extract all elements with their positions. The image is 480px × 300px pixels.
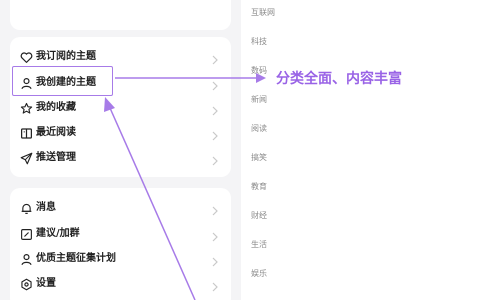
chevron-right-icon: [209, 228, 221, 242]
annotation-callout-text: 分类全面、内容丰富: [276, 71, 402, 87]
general-settings-card: 消息 建议/加群 优质主题征集计划 设置: [10, 188, 231, 300]
menu-item-push-settings[interactable]: 推送管理: [10, 146, 231, 170]
menu-item-favorites[interactable]: 我的收藏: [10, 96, 231, 120]
chevron-right-icon: [209, 127, 221, 141]
star-icon: [19, 101, 33, 115]
heart-icon: [19, 50, 33, 64]
category-item[interactable]: 科技: [251, 37, 267, 47]
category-item[interactable]: 生活: [251, 240, 267, 250]
category-item[interactable]: 数码: [251, 66, 267, 76]
menu-label: 我订阅的主题: [36, 51, 96, 62]
menu-label: 设置: [36, 278, 56, 289]
category-item[interactable]: 财经: [251, 211, 267, 221]
book-icon: [19, 126, 33, 140]
chevron-right-icon: [209, 253, 221, 267]
menu-item-recent-reading[interactable]: 最近阅读: [10, 121, 231, 145]
gear-icon: [19, 277, 33, 291]
send-icon: [19, 151, 33, 165]
category-item[interactable]: 娱乐: [251, 269, 267, 279]
category-list-panel: 互联网 科技 数码 新闻 阅读 搞笑 教育 财经 生活 娱乐: [241, 0, 480, 300]
category-item[interactable]: 阅读: [251, 124, 267, 134]
edit-icon: [19, 227, 33, 241]
chevron-right-icon: [209, 152, 221, 166]
menu-item-messages[interactable]: 消息: [10, 196, 231, 220]
menu-label: 最近阅读: [36, 127, 76, 138]
bell-icon: [19, 201, 33, 215]
annotation-highlight-box: [12, 66, 113, 96]
menu-item-feedback-group[interactable]: 建议/加群: [10, 222, 231, 246]
chevron-right-icon: [209, 102, 221, 116]
chevron-right-icon: [209, 77, 221, 91]
menu-item-settings[interactable]: 设置: [10, 272, 231, 296]
menu-label: 我的收藏: [36, 102, 76, 113]
user-icon: [19, 252, 33, 266]
left-panel: 我订阅的主题 我创建的主题 我的收藏 最近阅读 推送管理 消息 建议/加群 优质…: [0, 0, 240, 300]
menu-label: 推送管理: [36, 152, 76, 163]
category-item[interactable]: 新闻: [251, 95, 267, 105]
my-topics-card: 我订阅的主题 我创建的主题 我的收藏 最近阅读 推送管理: [10, 37, 231, 177]
chevron-right-icon: [209, 278, 221, 292]
category-item[interactable]: 教育: [251, 182, 267, 192]
top-card: [10, 0, 231, 30]
menu-label: 建议/加群: [36, 228, 80, 239]
menu-label: 优质主题征集计划: [36, 253, 116, 264]
menu-label: 消息: [36, 202, 56, 213]
chevron-right-icon: [209, 202, 221, 216]
category-item[interactable]: 搞笑: [251, 153, 267, 163]
chevron-right-icon: [209, 51, 221, 65]
category-item[interactable]: 互联网: [251, 8, 275, 18]
menu-item-quality-topic-program[interactable]: 优质主题征集计划: [10, 247, 231, 271]
